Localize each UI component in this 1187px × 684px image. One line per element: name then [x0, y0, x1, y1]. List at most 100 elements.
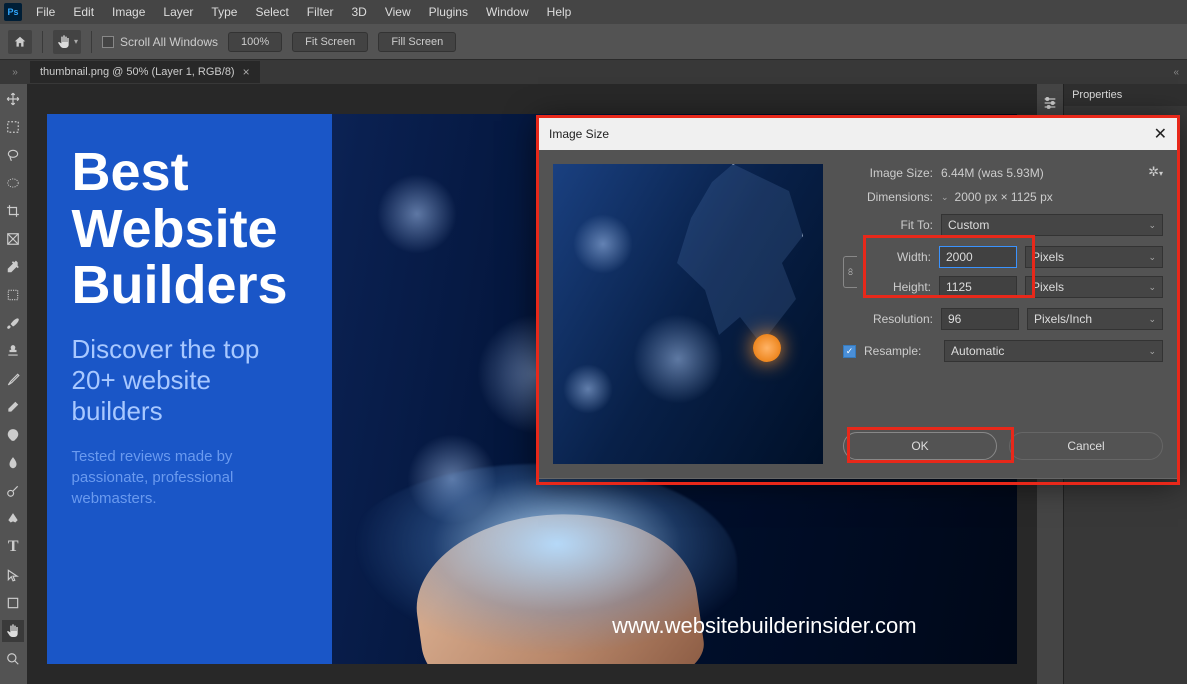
- ok-button[interactable]: OK: [843, 432, 997, 460]
- width-unit-value: Pixels: [1032, 250, 1064, 264]
- subheading-text: Discover the top 20+ website builders: [72, 334, 307, 428]
- dialog-titlebar[interactable]: Image Size ✕: [539, 118, 1177, 150]
- zoom-percent-button[interactable]: 100%: [228, 32, 282, 52]
- decorative-blur: [377, 174, 457, 254]
- menu-image[interactable]: Image: [104, 3, 153, 21]
- chevron-down-icon: ⌄: [1148, 346, 1156, 357]
- close-icon[interactable]: ×: [243, 65, 250, 79]
- checkbox-icon: [102, 36, 114, 48]
- dimensions-label: Dimensions:: [843, 190, 933, 204]
- fit-to-select[interactable]: Custom ⌄: [941, 214, 1163, 236]
- move-tool[interactable]: [2, 88, 24, 110]
- resolution-input[interactable]: [941, 308, 1019, 330]
- scroll-all-label: Scroll All Windows: [120, 35, 218, 49]
- chevron-down-icon: ⌄: [1148, 314, 1156, 325]
- eyedropper-tool[interactable]: [2, 256, 24, 278]
- height-label: Height:: [863, 280, 931, 294]
- scroll-all-windows-option[interactable]: Scroll All Windows: [102, 35, 218, 49]
- resolution-unit-select[interactable]: Pixels/Inch ⌄: [1027, 308, 1163, 330]
- divider: [91, 31, 92, 53]
- menu-help[interactable]: Help: [539, 3, 580, 21]
- menu-3d[interactable]: 3D: [343, 3, 374, 21]
- resample-label: Resample:: [864, 344, 936, 358]
- resolution-unit-value: Pixels/Inch: [1034, 312, 1092, 326]
- eraser-tool[interactable]: [2, 396, 24, 418]
- fill-screen-button[interactable]: Fill Screen: [378, 32, 456, 52]
- hand-tool[interactable]: [2, 620, 24, 642]
- stamp-tool[interactable]: [2, 340, 24, 362]
- tab-title: thumbnail.png @ 50% (Layer 1, RGB/8): [40, 66, 235, 78]
- resolution-label: Resolution:: [843, 312, 933, 326]
- collapse-toolbar-toggle[interactable]: »: [0, 60, 30, 84]
- type-tool[interactable]: T: [2, 536, 24, 558]
- collapse-panels-toggle[interactable]: «: [1077, 60, 1187, 84]
- image-preview: [553, 164, 823, 464]
- menu-file[interactable]: File: [28, 3, 63, 21]
- path-selection-tool[interactable]: [2, 564, 24, 586]
- headline-text: Best Website Builders: [72, 144, 307, 314]
- fit-screen-button[interactable]: Fit Screen: [292, 32, 368, 52]
- menu-plugins[interactable]: Plugins: [421, 3, 476, 21]
- document-tabs: thumbnail.png @ 50% (Layer 1, RGB/8) ×: [30, 60, 1077, 84]
- menu-select[interactable]: Select: [247, 3, 296, 21]
- tagline-text: Tested reviews made by passionate, profe…: [72, 446, 307, 509]
- crop-tool[interactable]: [2, 200, 24, 222]
- chevron-down-icon[interactable]: ⌄: [941, 192, 949, 203]
- menu-edit[interactable]: Edit: [65, 3, 102, 21]
- frame-tool[interactable]: [2, 228, 24, 250]
- blur-tool[interactable]: [2, 452, 24, 474]
- width-label: Width:: [863, 250, 931, 264]
- resample-checkbox[interactable]: ✓: [843, 345, 856, 358]
- width-input[interactable]: [939, 246, 1017, 268]
- menu-window[interactable]: Window: [478, 3, 537, 21]
- properties-tab[interactable]: Properties: [1072, 89, 1122, 101]
- menu-type[interactable]: Type: [203, 3, 245, 21]
- headline-panel: Best Website Builders Discover the top 2…: [47, 114, 332, 664]
- brush-tool[interactable]: [2, 312, 24, 334]
- link-icon[interactable]: 𝟾: [843, 256, 857, 288]
- menu-view[interactable]: View: [377, 3, 419, 21]
- healing-tool[interactable]: [2, 284, 24, 306]
- fit-to-value: Custom: [948, 218, 989, 232]
- rectangle-tool[interactable]: [2, 592, 24, 614]
- lasso-tool[interactable]: [2, 144, 24, 166]
- image-size-value: 6.44M (was 5.93M): [941, 166, 1044, 180]
- fit-to-label: Fit To:: [843, 218, 933, 232]
- dodge-tool[interactable]: [2, 480, 24, 502]
- cancel-button[interactable]: Cancel: [1009, 432, 1163, 460]
- magic-wand-tool[interactable]: [2, 172, 24, 194]
- divider: [42, 31, 43, 53]
- zoom-tool[interactable]: [2, 648, 24, 670]
- options-bar: ▾ Scroll All Windows 100% Fit Screen Fil…: [0, 24, 1187, 60]
- chevron-down-icon: ⌄: [1148, 220, 1156, 231]
- chevron-down-icon: ▾: [74, 37, 78, 46]
- tools-panel: T: [0, 84, 27, 684]
- height-unit-select[interactable]: Pixels ⌄: [1025, 276, 1163, 298]
- resample-select[interactable]: Automatic ⌄: [944, 340, 1163, 362]
- home-button[interactable]: [8, 30, 32, 54]
- home-icon: [13, 35, 27, 49]
- width-unit-select[interactable]: Pixels ⌄: [1025, 246, 1163, 268]
- gradient-tool[interactable]: [2, 424, 24, 446]
- image-size-dialog: Image Size ✕ ✲▾ Image Size: 6.44M (was 5…: [538, 117, 1178, 479]
- menu-layer[interactable]: Layer: [155, 3, 201, 21]
- chevron-down-icon: ⌄: [1148, 282, 1156, 293]
- pen-tool[interactable]: [2, 508, 24, 530]
- marquee-tool[interactable]: [2, 116, 24, 138]
- menubar: Ps File Edit Image Layer Type Select Fil…: [0, 0, 1187, 24]
- dimensions-value: 2000 px × 1125 px: [955, 190, 1053, 204]
- menu-filter[interactable]: Filter: [299, 3, 342, 21]
- hand-tool-option[interactable]: ▾: [53, 30, 81, 54]
- close-icon[interactable]: ✕: [1154, 124, 1167, 144]
- height-input[interactable]: [939, 276, 1017, 298]
- history-brush-tool[interactable]: [2, 368, 24, 390]
- app-logo: Ps: [4, 3, 22, 21]
- image-size-label: Image Size:: [843, 166, 933, 180]
- document-tab[interactable]: thumbnail.png @ 50% (Layer 1, RGB/8) ×: [30, 61, 260, 83]
- url-text: www.websitebuilderinsider.com: [612, 613, 916, 639]
- chevron-down-icon: ⌄: [1148, 252, 1156, 263]
- height-unit-value: Pixels: [1032, 280, 1064, 294]
- resample-value: Automatic: [951, 344, 1004, 358]
- adjustments-panel-icon[interactable]: [1039, 92, 1061, 114]
- gear-icon[interactable]: ✲▾: [1148, 164, 1163, 180]
